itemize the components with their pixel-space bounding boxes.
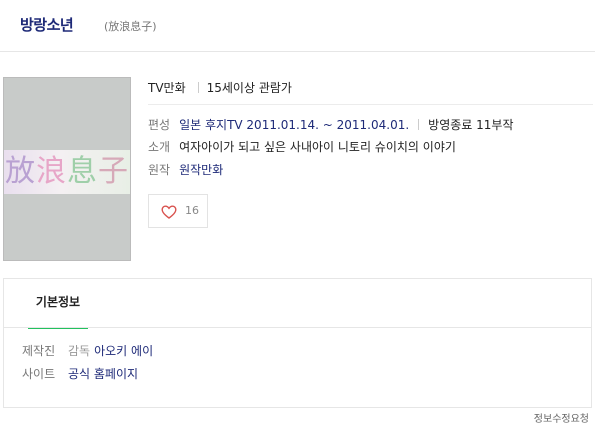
director-value[interactable]: 아오키 에이: [94, 344, 153, 358]
site-label: 사이트: [22, 367, 56, 381]
site-row: 사이트 공식 홈페이지: [22, 366, 138, 382]
production-label: 제작진: [22, 344, 56, 358]
like-count: 16: [185, 204, 199, 217]
page-title[interactable]: 방랑소년: [20, 14, 74, 35]
broadcast-value[interactable]: 일본 후지TV 2011.01.14. ~ 2011.04.01.: [179, 118, 409, 132]
site-link[interactable]: 공식 홈페이지: [68, 367, 138, 381]
meta-divider: [148, 104, 593, 105]
original-value[interactable]: 원작만화: [179, 163, 223, 177]
broadcast-row: 편성 일본 후지TV 2011.01.14. ~ 2011.04.01. 방영종료 …: [148, 117, 513, 133]
like-button[interactable]: 16: [148, 194, 208, 228]
broadcast-label: 편성: [148, 118, 171, 132]
meta-separator: [197, 82, 199, 93]
broadcast-ended: 방영종료 11부작: [428, 118, 514, 132]
heart-icon: [161, 205, 177, 219]
broadcast-separator: [418, 119, 420, 130]
basic-info-panel: 기본정보 제작진 감독 아오키 에이 사이트 공식 홈페이지: [3, 278, 592, 408]
director-label: 감독: [68, 344, 91, 358]
panel-divider: [4, 327, 591, 328]
header-divider: [0, 51, 595, 52]
rating-label: 15세이상 관람가: [206, 81, 292, 95]
tab-basic-info[interactable]: 기본정보: [28, 291, 88, 329]
header: 방랑소년 (放浪息子): [0, 0, 595, 52]
intro-label: 소개: [148, 140, 171, 154]
original-row: 원작 원작만화: [148, 162, 223, 178]
production-row: 제작진 감독 아오키 에이: [22, 343, 153, 359]
original-title: (放浪息子): [104, 20, 157, 33]
intro-row: 소개 여자아이가 되고 싶은 사내아이 니토리 슈이치의 이야기: [148, 139, 456, 155]
poster-image[interactable]: 放浪息子: [3, 77, 131, 261]
poster-logo: 放浪息子: [5, 154, 129, 189]
meta-top: TV만화 15세이상 관람가: [148, 80, 292, 96]
category-label: TV만화: [148, 81, 186, 95]
intro-value: 여자아이가 되고 싶은 사내아이 니토리 슈이치의 이야기: [179, 140, 456, 154]
original-label: 원작: [148, 163, 171, 177]
